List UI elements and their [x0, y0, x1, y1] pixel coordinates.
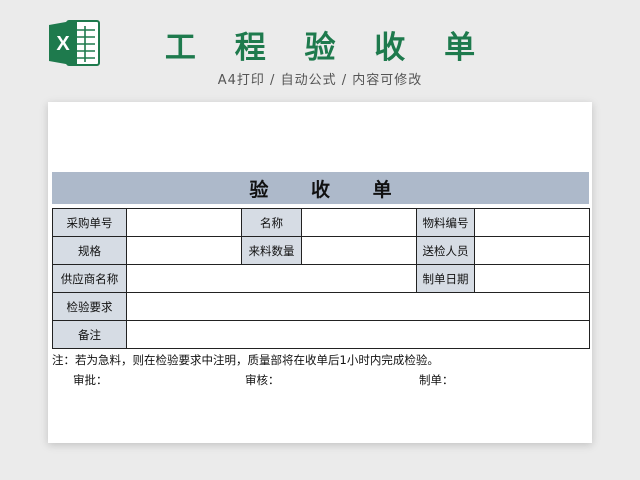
label-name: 名称: [241, 208, 302, 237]
label-inspector: 送检人员: [416, 236, 475, 265]
table-row: 备注: [52, 320, 590, 349]
table-row: 采购单号 名称 物料编号: [52, 208, 590, 237]
order-date-field[interactable]: [474, 264, 590, 293]
page-title: 工 程 验 收 单: [164, 30, 490, 66]
label-material-code: 物料编号: [416, 208, 475, 237]
acceptance-form-table: 采购单号 名称 物料编号 规格 来料数量 送检人员 供应商名称 制单日期 检验要…: [52, 208, 590, 349]
form-title: 验 收 单: [52, 172, 589, 204]
remarks-field[interactable]: [126, 320, 590, 349]
label-supplier-name: 供应商名称: [52, 264, 127, 293]
label-purchase-number: 采购单号: [52, 208, 127, 237]
inspector-field[interactable]: [474, 236, 590, 265]
table-row: 规格 来料数量 送检人员: [52, 236, 590, 265]
label-order-date: 制单日期: [416, 264, 475, 293]
approval-signature-label: 审批：: [73, 373, 108, 387]
name-field[interactable]: [301, 208, 417, 237]
page-subtitle: A4打印 / 自动公式 / 内容可修改: [217, 73, 423, 88]
incoming-quantity-field[interactable]: [301, 236, 417, 265]
form-note: 注：若为急料，则在检验要求中注明，质量部将在收单后1小时内完成检验。: [52, 353, 439, 367]
table-row: 检验要求: [52, 292, 590, 321]
spreadsheet-preview: 验 收 单 采购单号 名称 物料编号 规格 来料数量 送检人员 供应商名称 制单…: [48, 102, 592, 443]
review-signature-label: 审核：: [245, 373, 280, 387]
purchase-number-field[interactable]: [126, 208, 242, 237]
label-inspection-requirements: 检验要求: [52, 292, 127, 321]
label-incoming-quantity: 来料数量: [241, 236, 302, 265]
specification-field[interactable]: [126, 236, 242, 265]
table-row: 供应商名称 制单日期: [52, 264, 590, 293]
inspection-requirements-field[interactable]: [126, 292, 590, 321]
prepared-by-signature-label: 制单：: [419, 373, 454, 387]
supplier-name-field[interactable]: [126, 264, 417, 293]
label-specification: 规格: [52, 236, 127, 265]
label-remarks: 备注: [52, 320, 127, 349]
material-code-field[interactable]: [474, 208, 590, 237]
